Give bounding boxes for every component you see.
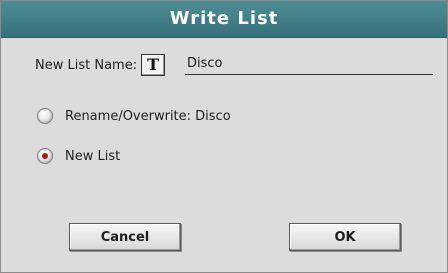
text-edit-icon[interactable]: T bbox=[141, 54, 166, 76]
new-list-option[interactable]: New List bbox=[37, 148, 120, 164]
ok-button[interactable]: OK bbox=[289, 223, 401, 251]
dialog-title: Write List bbox=[1, 1, 447, 38]
rename-overwrite-label: Rename/Overwrite: Disco bbox=[65, 108, 231, 124]
rename-overwrite-option[interactable]: Rename/Overwrite: Disco bbox=[37, 108, 231, 124]
write-list-dialog: Write List New List Name: T Disco Rename… bbox=[0, 0, 448, 273]
list-name-label: New List Name: bbox=[35, 57, 138, 73]
radio-rename-overwrite[interactable] bbox=[37, 108, 53, 124]
cancel-button[interactable]: Cancel bbox=[69, 223, 181, 251]
list-name-field[interactable]: Disco bbox=[185, 53, 433, 75]
new-list-label: New List bbox=[65, 148, 121, 164]
radio-selected-dot bbox=[42, 153, 48, 159]
radio-new-list[interactable] bbox=[37, 148, 53, 164]
list-name-row: New List Name: T bbox=[35, 53, 166, 77]
